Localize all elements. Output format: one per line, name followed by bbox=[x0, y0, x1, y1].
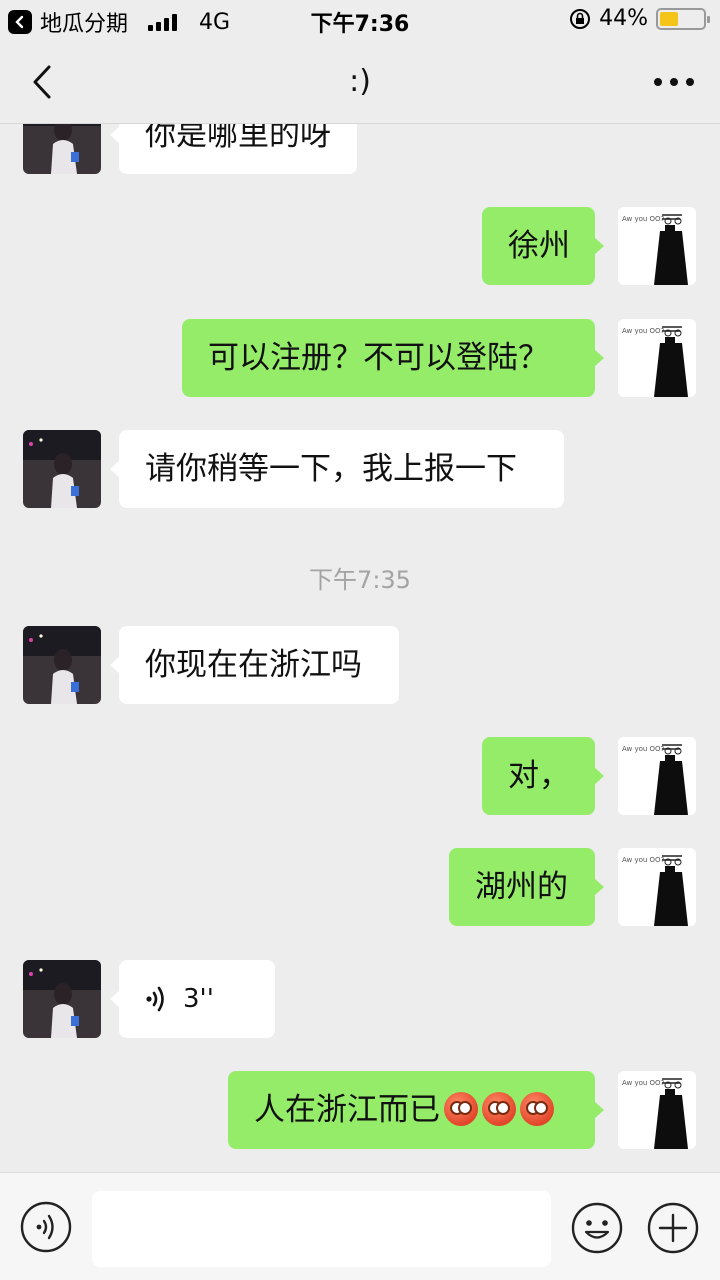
message-bubble[interactable]: 人在浙江而已 bbox=[228, 1071, 604, 1149]
flushed-face-icon bbox=[482, 1091, 516, 1126]
more-dots-icon bbox=[654, 78, 662, 86]
chat-title: :) bbox=[349, 64, 371, 99]
flushed-face-icon bbox=[520, 1091, 554, 1126]
contact-avatar[interactable] bbox=[23, 124, 101, 174]
status-right: 44% bbox=[569, 6, 710, 31]
message-bubble[interactable]: 徐州 bbox=[482, 207, 604, 285]
my-avatar[interactable]: Aw you OO? bbox=[618, 319, 696, 397]
svg-text:Aw you OO?: Aw you OO? bbox=[622, 1079, 665, 1087]
battery-level bbox=[660, 11, 679, 26]
svg-text:Aw you OO?: Aw you OO? bbox=[622, 215, 665, 223]
message-timestamp: 下午7:35 bbox=[309, 566, 411, 594]
input-bar bbox=[0, 1172, 720, 1280]
svg-text:Aw you OO?: Aw you OO? bbox=[622, 327, 665, 335]
more-functions-button[interactable] bbox=[646, 1201, 700, 1255]
battery-icon bbox=[656, 7, 710, 30]
emoji-button[interactable] bbox=[570, 1201, 624, 1255]
more-button[interactable] bbox=[648, 70, 700, 94]
plus-icon bbox=[647, 1202, 699, 1254]
voice-message-bubble[interactable]: 3'' bbox=[110, 960, 275, 1038]
chat-screen: 地瓜分期 4G 下午7:36 44% :) 你是哪里的呀 徐州 Aw you O… bbox=[0, 0, 720, 1280]
my-avatar[interactable]: Aw you OO? bbox=[618, 848, 696, 926]
message-bubble[interactable]: 请你稍等一下，我上报一下 bbox=[110, 430, 564, 508]
status-bar: 地瓜分期 4G 下午7:36 44% bbox=[0, 0, 720, 40]
message-bubble[interactable]: 你是哪里的呀 bbox=[110, 124, 357, 174]
voice-message-content: 3'' bbox=[145, 960, 249, 1038]
voice-duration: 3'' bbox=[183, 984, 214, 1014]
message-input[interactable] bbox=[92, 1191, 551, 1267]
voice-wave-icon bbox=[146, 986, 164, 1012]
svg-text:Aw you OO?: Aw you OO? bbox=[622, 856, 665, 864]
contact-avatar[interactable] bbox=[23, 626, 101, 704]
flushed-face-icon bbox=[444, 1091, 478, 1126]
nav-bar: :) bbox=[0, 40, 720, 124]
battery-percent: 44% bbox=[599, 6, 648, 31]
message-text: 人在浙江而已 bbox=[254, 1092, 440, 1128]
contact-avatar[interactable] bbox=[23, 430, 101, 508]
my-avatar[interactable]: Aw you OO? bbox=[618, 1071, 696, 1149]
contact-avatar[interactable] bbox=[23, 960, 101, 1038]
smiley-icon bbox=[571, 1202, 623, 1254]
voice-input-button[interactable] bbox=[20, 1201, 72, 1253]
my-avatar[interactable]: Aw you OO? bbox=[618, 737, 696, 815]
message-bubble[interactable]: 对， bbox=[482, 737, 604, 815]
message-bubble[interactable]: 可以注册？不可以登陆？ bbox=[182, 319, 604, 397]
my-avatar[interactable]: Aw you OO? bbox=[618, 207, 696, 285]
message-bubble[interactable]: 你现在在浙江吗 bbox=[110, 626, 399, 704]
orientation-lock-icon bbox=[570, 8, 591, 29]
voice-input-icon bbox=[20, 1201, 72, 1253]
message-list[interactable]: 你是哪里的呀 徐州 Aw you OO? 可以注册？不可以登陆？ Aw you … bbox=[0, 124, 720, 1172]
svg-text:Aw you OO?: Aw you OO? bbox=[622, 745, 665, 753]
message-bubble[interactable]: 湖州的 bbox=[449, 848, 604, 926]
